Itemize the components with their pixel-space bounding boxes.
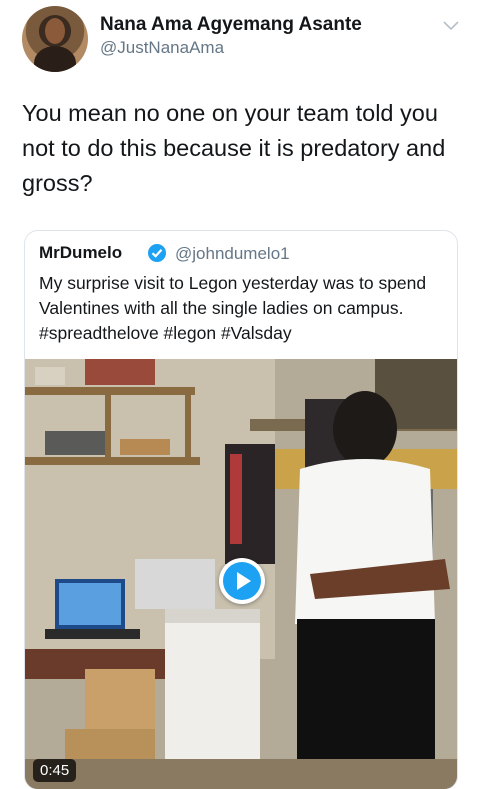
- chevron-down-icon[interactable]: [442, 20, 460, 32]
- avatar[interactable]: [22, 6, 88, 72]
- author-display-name[interactable]: Nana Ama Agyemang Asante: [100, 14, 362, 36]
- author-handle[interactable]: @JustNanaAma: [100, 38, 224, 58]
- verified-badge-icon: [148, 244, 166, 262]
- video-player[interactable]: 0:45: [25, 359, 457, 789]
- video-duration-badge: 0:45: [33, 759, 77, 782]
- tweet-text: You mean no one on your team told you no…: [22, 100, 446, 196]
- avatar-face: [45, 18, 65, 44]
- avatar-body: [34, 46, 76, 72]
- quoted-tweet-text: My surprise visit to Legon yesterday was…: [39, 273, 427, 343]
- tweet-card: Nana Ama Agyemang Asante @JustNanaAma Yo…: [0, 0, 480, 789]
- quoted-author-name[interactable]: MrDumelo: [39, 243, 122, 263]
- quoted-tweet[interactable]: MrDumelo @johndumelo1 My surprise visit …: [24, 230, 458, 789]
- play-icon: [223, 562, 261, 600]
- quoted-author-handle[interactable]: @johndumelo1: [175, 244, 290, 264]
- play-button[interactable]: [219, 558, 265, 604]
